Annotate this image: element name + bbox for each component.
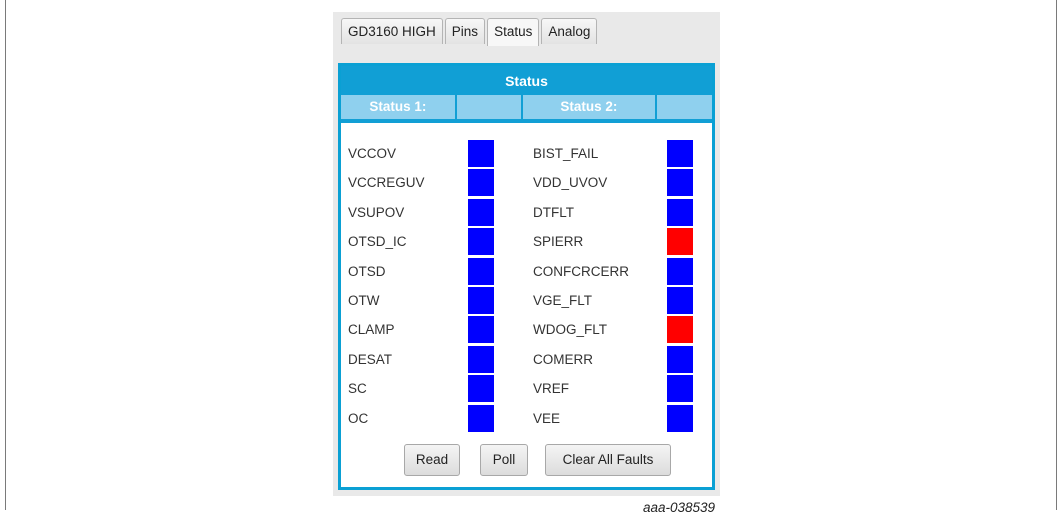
- status1-indicator: [468, 404, 494, 432]
- status1-label: OTSD: [348, 263, 386, 279]
- status2-label: CONFCRCERR: [533, 263, 629, 279]
- tab-pins[interactable]: Pins: [444, 18, 486, 44]
- panel-title: Status: [341, 66, 712, 95]
- status2-label: SPIERR: [533, 234, 584, 250]
- status1-led-header: [456, 95, 522, 119]
- tab-analog[interactable]: Analog: [541, 18, 598, 44]
- status2-indicator: [667, 198, 693, 226]
- status-window: GD3160 HIGH Pins Status Analog Status St…: [333, 12, 720, 496]
- status2-label: VDD_UVOV: [533, 175, 608, 191]
- status2-label: VGE_FLT: [533, 293, 593, 308]
- status1-label: CLAMP: [348, 322, 395, 338]
- status1-indicator: [468, 257, 494, 285]
- status2-label: BIST_FAIL: [533, 146, 599, 161]
- status-panel: Status Status 1: Status 2: VCCOV VCCREGUV…: [338, 63, 715, 490]
- status1-indicator: [468, 198, 494, 226]
- status2-indicator: [667, 140, 693, 167]
- clear-all-faults-button[interactable]: Clear All Faults: [545, 444, 671, 476]
- status2-indicator: [667, 316, 693, 344]
- status1-indicator: [468, 169, 494, 197]
- status1-label: VCCOV: [348, 146, 397, 161]
- frame-border-right: [1056, 0, 1057, 510]
- status2-led-header: [656, 95, 712, 119]
- frame-border-left: [5, 0, 6, 510]
- status2-indicator: [667, 257, 693, 285]
- tab-gd3160-high[interactable]: GD3160 HIGH: [341, 18, 443, 44]
- status2-indicator: [667, 287, 693, 314]
- status1-indicator: [468, 316, 494, 344]
- status2-label: COMERR: [533, 351, 593, 367]
- figure-caption: aaa-038539: [643, 500, 716, 515]
- status1-label: VCCREGUV: [348, 175, 425, 191]
- status1-header: Status 1:: [341, 95, 455, 119]
- status2-indicator: [667, 345, 693, 373]
- tab-status[interactable]: Status: [487, 18, 540, 46]
- status2-indicator: [667, 228, 693, 256]
- status1-indicator: [468, 228, 494, 256]
- status1-label: SC: [348, 381, 367, 397]
- status2-label: VREF: [533, 381, 570, 397]
- status1-label: VSUPOV: [348, 204, 405, 220]
- status2-label: DTFLT: [533, 204, 574, 220]
- status2-label: VEE: [533, 410, 561, 426]
- status2-indicator: [667, 375, 693, 403]
- tab-bar: GD3160 HIGH Pins Status Analog: [341, 18, 599, 46]
- poll-button[interactable]: Poll: [480, 444, 528, 476]
- status1-label: DESAT: [348, 351, 393, 367]
- status1-label: OTSD_IC: [348, 234, 407, 250]
- status1-indicator: [468, 345, 494, 373]
- status2-header: Status 2:: [523, 95, 655, 119]
- status2-indicator: [667, 404, 693, 432]
- status1-label: OTW: [348, 293, 380, 308]
- column-headers: Status 1: Status 2:: [341, 95, 712, 123]
- status1-indicator: [468, 140, 494, 167]
- status2-indicator: [667, 169, 693, 197]
- read-button[interactable]: Read: [404, 444, 460, 476]
- status1-indicator: [468, 287, 494, 314]
- status1-indicator: [468, 375, 494, 403]
- status2-label: WDOG_FLT: [533, 322, 607, 338]
- status1-label: OC: [348, 410, 369, 426]
